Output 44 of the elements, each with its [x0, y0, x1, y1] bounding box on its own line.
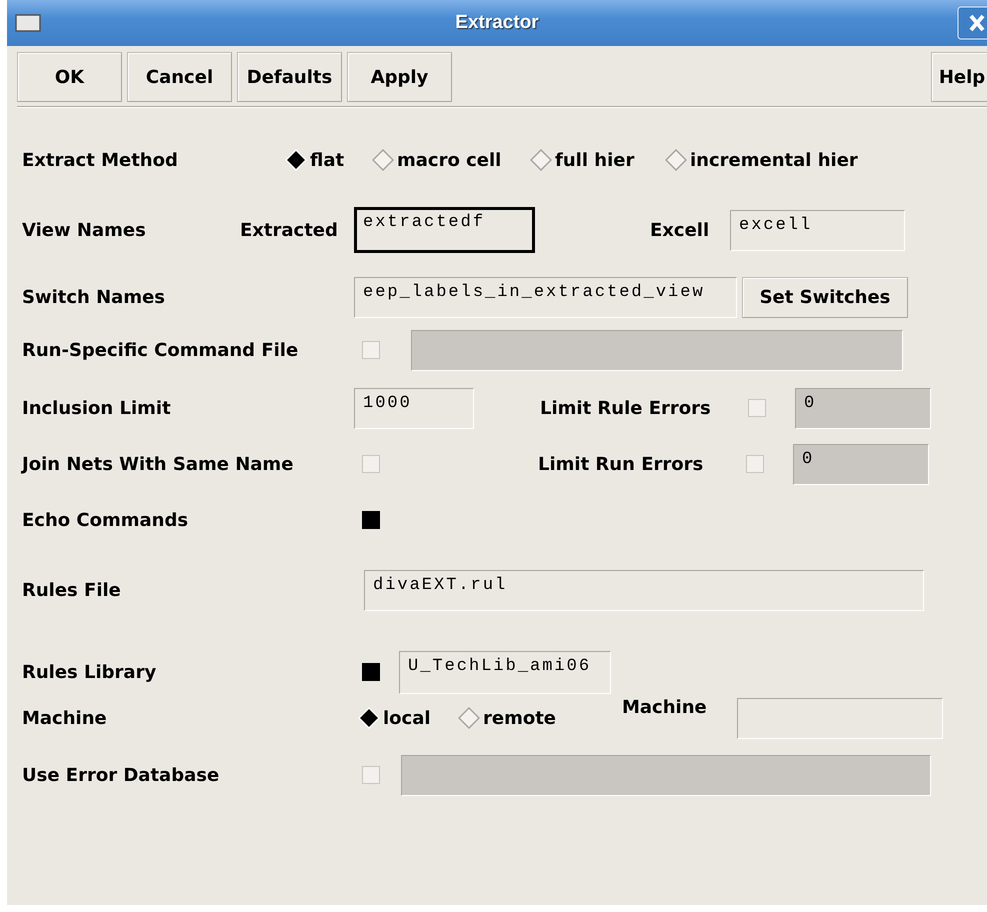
field-label: Switch Names: [22, 286, 166, 308]
radio-button[interactable]: [530, 149, 552, 171]
input-field[interactable]: 1000: [354, 388, 474, 428]
checkbox[interactable]: [362, 511, 380, 529]
radio-label[interactable]: local: [383, 708, 431, 728]
dialog-button[interactable]: Cancel: [127, 52, 232, 102]
input-field[interactable]: U_TechLib_ami06: [399, 650, 611, 694]
field-label: Inclusion Limit: [22, 398, 172, 418]
radio-label[interactable]: flat: [310, 150, 344, 170]
set-switches-button[interactable]: Set Switches: [742, 276, 908, 318]
field-label: Rules Library: [22, 662, 158, 682]
radio-button[interactable]: [372, 149, 394, 171]
field-label: Machine: [22, 708, 108, 728]
input-field[interactable]: eep_labels_in_extracted_view: [354, 276, 737, 318]
input-field[interactable]: extractedf: [354, 207, 535, 253]
field-label: Echo Commands: [22, 510, 190, 530]
field-label: Extract Method: [22, 150, 179, 170]
field-label: Limit Run Errors: [538, 454, 704, 474]
field-label: Excell: [650, 220, 710, 240]
field-label: Run-Specific Command File: [22, 340, 300, 360]
field-label: Extracted: [240, 220, 339, 240]
input-field[interactable]: [737, 698, 943, 738]
dialog-button[interactable]: Help: [931, 52, 987, 102]
window-title: Extractor: [454, 12, 540, 34]
radio-label[interactable]: incremental hier: [690, 150, 858, 170]
close-icon[interactable]: [957, 6, 987, 40]
radio-label[interactable]: full hier: [555, 150, 634, 170]
field-label: Join Nets With Same Name: [22, 454, 294, 474]
dialog-button[interactable]: Apply: [347, 52, 452, 102]
input-field[interactable]: divaEXT.rul: [364, 570, 924, 610]
dialog-button[interactable]: Defaults: [237, 52, 342, 102]
field-label: Rules File: [22, 580, 122, 600]
checkbox[interactable]: [362, 663, 380, 681]
radio-button[interactable]: [458, 707, 480, 729]
radio-label[interactable]: remote: [483, 708, 556, 728]
window-menu-icon[interactable]: [15, 14, 41, 32]
field-label: Use Error Database: [22, 764, 220, 786]
dialog-button[interactable]: OK: [17, 52, 122, 102]
field-label: Limit Rule Errors: [540, 398, 712, 418]
field-label: Machine: [622, 697, 708, 718]
input-field[interactable]: excell: [730, 210, 905, 250]
field-label: View Names: [22, 220, 147, 240]
radio-label[interactable]: macro cell: [397, 150, 502, 170]
radio-button[interactable]: [665, 149, 687, 171]
